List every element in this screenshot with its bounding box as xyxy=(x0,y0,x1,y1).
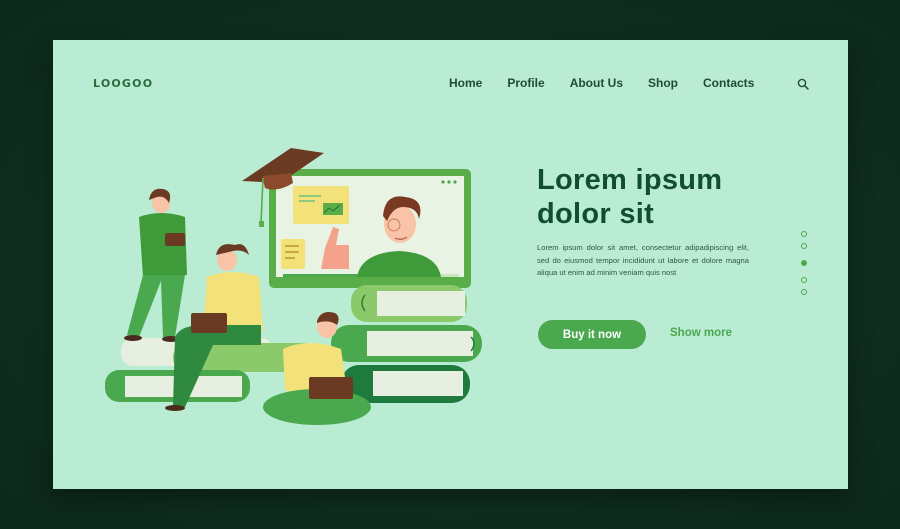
buy-it-now-button[interactable]: Buy it now xyxy=(538,320,646,349)
online-learning-illustration xyxy=(105,148,482,425)
video-screen xyxy=(269,169,471,288)
pagination-dot-5[interactable] xyxy=(801,289,807,295)
book-stack-right xyxy=(331,285,482,403)
pagination-dot-3-active[interactable] xyxy=(801,260,807,266)
show-more-link[interactable]: Show more xyxy=(670,327,732,339)
standing-woman xyxy=(124,188,187,342)
hero-body-text: Lorem ipsum dolor sit amet, consectetur … xyxy=(537,243,749,278)
pagination-dot-1[interactable] xyxy=(801,231,807,237)
logo[interactable]: LOOGOO xyxy=(93,77,153,90)
hero-headline-line-1: Lorem ipsum xyxy=(537,164,723,196)
pagination-dot-4[interactable] xyxy=(801,277,807,283)
nav-item-shop[interactable]: Shop xyxy=(648,76,678,90)
nav-item-about-us[interactable]: About Us xyxy=(570,76,623,90)
main-nav: Home Profile About Us Shop Contacts xyxy=(449,76,779,90)
hero-headline: Lorem ipsum dolor sit xyxy=(537,163,777,231)
nav-item-contacts[interactable]: Contacts xyxy=(703,76,754,90)
hero-headline-line-2: dolor sit xyxy=(537,198,655,230)
search-icon[interactable] xyxy=(797,78,809,90)
outer-frame: LOOGOO Home Profile About Us Shop Contac… xyxy=(0,0,900,529)
landing-page: LOOGOO Home Profile About Us Shop Contac… xyxy=(53,40,848,489)
nav-item-profile[interactable]: Profile xyxy=(507,76,544,90)
nav-item-home[interactable]: Home xyxy=(449,76,482,90)
pagination-dot-2[interactable] xyxy=(801,243,807,249)
